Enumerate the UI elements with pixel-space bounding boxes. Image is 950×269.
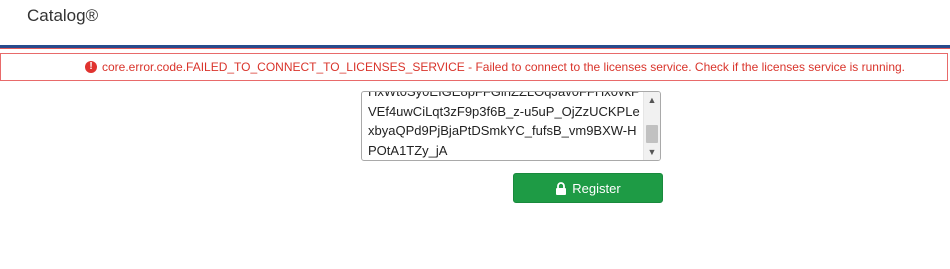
header-divider-red xyxy=(0,48,950,49)
scroll-down-icon[interactable]: ▼ xyxy=(644,145,660,159)
app-brand-title: Catalog® xyxy=(27,6,99,25)
textarea-scrollbar[interactable]: ▲ ▼ xyxy=(643,92,660,160)
scrollbar-thumb[interactable] xyxy=(646,125,658,143)
register-button[interactable]: Register xyxy=(513,173,663,203)
error-icon: ! xyxy=(84,61,97,73)
license-key-text[interactable]: HxWt0Sy0EIGE8pFFGlnZZLOqJav0FFHx0vkFVEf4… xyxy=(368,92,640,160)
error-message: core.error.code.FAILED_TO_CONNECT_TO_LIC… xyxy=(101,60,905,74)
scroll-up-icon[interactable]: ▲ xyxy=(644,93,660,107)
license-key-textarea[interactable]: HxWt0Sy0EIGE8pFFGlnZZLOqJav0FFHx0vkFVEf4… xyxy=(361,91,661,161)
lock-icon xyxy=(555,181,567,195)
register-button-label: Register xyxy=(572,180,621,196)
error-alert: ! core.error.code.FAILED_TO_CONNECT_TO_L… xyxy=(0,53,948,81)
